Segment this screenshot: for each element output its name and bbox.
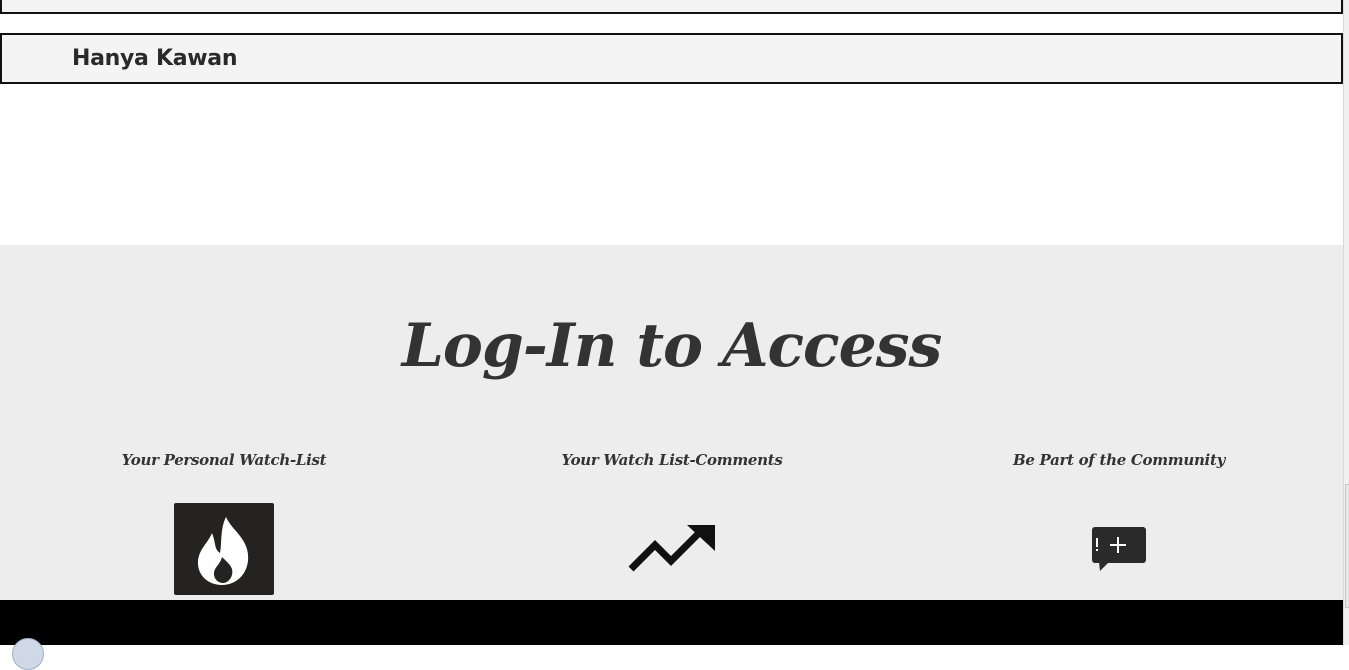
feature-label: Be Part of the Community — [1012, 451, 1225, 469]
member-name: Hanya Kawan — [72, 46, 238, 71]
scrollbar-thumb[interactable] — [1345, 484, 1349, 608]
feature-comments: Your Watch List-Comments — [522, 451, 822, 572]
feature-label: Your Watch List-Comments — [561, 451, 783, 469]
feature-community: Be Part of the Community — [969, 451, 1269, 571]
login-promo-section: Log-In to Access Your Personal Watch-Lis… — [0, 245, 1343, 600]
trending-up-icon — [627, 521, 717, 579]
footer-bar — [0, 600, 1343, 645]
member-card[interactable]: Hanya Kawan — [0, 33, 1343, 84]
flame-icon — [174, 503, 274, 599]
start-button-icon[interactable] — [12, 638, 44, 670]
feature-watch-list: Your Personal Watch-List — [74, 451, 374, 595]
previous-card — [0, 0, 1343, 14]
feature-label: Your Personal Watch-List — [121, 451, 327, 469]
chat-add-icon — [1091, 525, 1147, 577]
page-scrollbar[interactable] — [1343, 0, 1349, 645]
login-heading[interactable]: Log-In to Access — [0, 311, 1343, 381]
